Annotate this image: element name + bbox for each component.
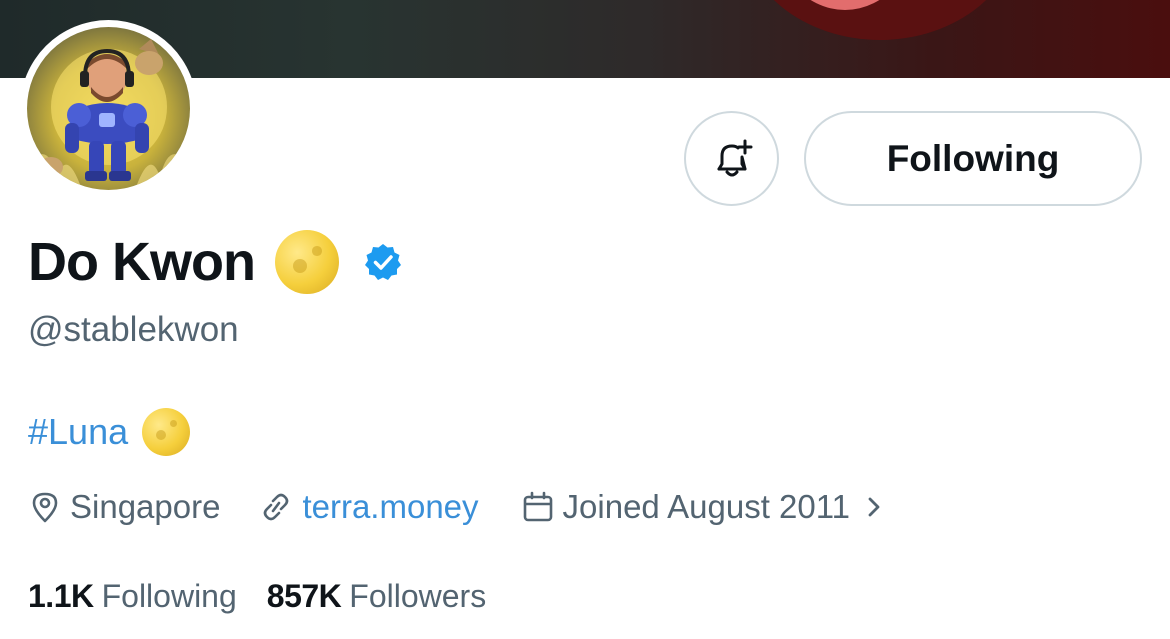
joined-text: Joined August 2011: [562, 488, 850, 525]
user-handle: @stablekwon: [28, 310, 239, 349]
location-pin-icon: [32, 492, 58, 523]
location-text: Singapore: [70, 488, 221, 525]
full-moon-emoji: [274, 230, 339, 294]
followers-label: Followers: [349, 577, 487, 614]
following-button[interactable]: Following: [804, 111, 1142, 206]
profile-meta: Singapore terra.money Joined August 2011: [28, 484, 898, 530]
following-label: Following: [101, 577, 237, 614]
website-item[interactable]: terra.money: [258, 488, 479, 526]
followers-stat[interactable]: 857K Followers: [267, 578, 486, 615]
display-name: Do Kwon: [28, 232, 256, 292]
calendar-icon: [523, 491, 552, 522]
following-button-label: Following: [886, 137, 1060, 179]
notifications-button[interactable]: [684, 111, 779, 206]
verified-badge-icon[interactable]: [363, 242, 403, 282]
bio: #Luna: [28, 406, 191, 458]
website-link[interactable]: terra.money: [302, 488, 478, 526]
location-item: Singapore: [28, 488, 220, 526]
following-stat[interactable]: 1.1K Following: [28, 578, 237, 615]
name-row: Do Kwon: [28, 226, 403, 298]
profile-stats: 1.1K Following 857K Followers: [28, 574, 486, 618]
followers-count: 857K: [266, 577, 342, 614]
full-moon-emoji-small: [142, 408, 191, 456]
avatar[interactable]: [27, 27, 190, 190]
avatar-illustration: [27, 39, 190, 190]
bell-plus-icon: [717, 139, 752, 176]
joined-item: Joined August 2011: [521, 488, 898, 526]
chevron-right-icon[interactable]: [860, 490, 890, 524]
bio-hashtag-link[interactable]: #Luna: [28, 411, 128, 453]
following-count: 1.1K: [28, 577, 94, 614]
link-icon: [264, 493, 289, 521]
banner-shape-dark: [740, 0, 1020, 40]
